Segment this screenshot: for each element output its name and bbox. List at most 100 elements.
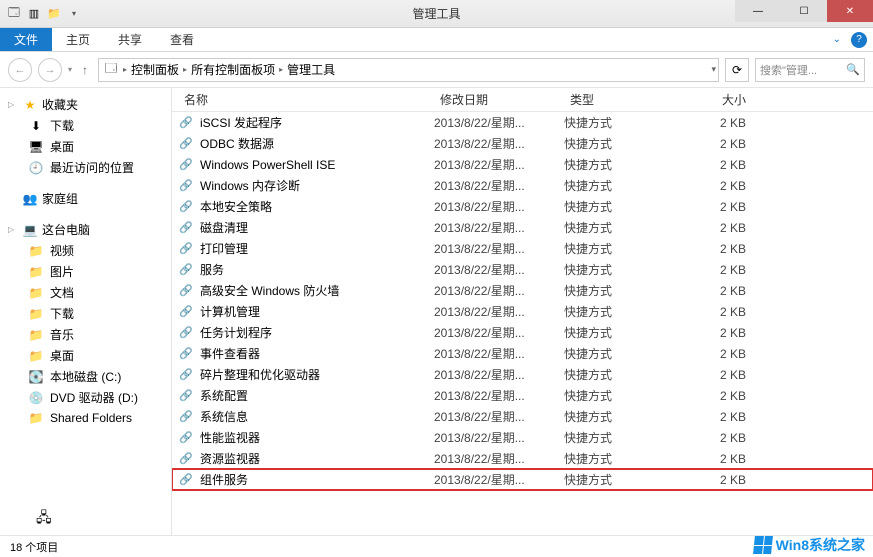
col-date[interactable]: 修改日期 bbox=[434, 91, 564, 108]
file-size: 2 KB bbox=[696, 347, 756, 361]
sidebar-item-recent[interactable]: 🕘最近访问的位置 bbox=[0, 157, 171, 178]
file-row[interactable]: 🔗服务2013/8/22/星期...快捷方式2 KB bbox=[172, 259, 873, 280]
file-row[interactable]: 🔗任务计划程序2013/8/22/星期...快捷方式2 KB bbox=[172, 322, 873, 343]
close-button[interactable]: ✕ bbox=[827, 0, 873, 22]
item-count: 18 个项目 bbox=[10, 539, 58, 555]
file-size: 2 KB bbox=[696, 263, 756, 277]
ribbon-file-tab[interactable]: 文件 bbox=[0, 28, 52, 51]
file-size: 2 KB bbox=[696, 431, 756, 445]
shortcut-icon: 🔗 bbox=[178, 367, 194, 383]
file-row[interactable]: 🔗磁盘清理2013/8/22/星期...快捷方式2 KB bbox=[172, 217, 873, 238]
file-row[interactable]: 🔗Windows PowerShell ISE2013/8/22/星期...快捷… bbox=[172, 154, 873, 175]
file-row[interactable]: 🔗组件服务2013/8/22/星期...快捷方式2 KB bbox=[172, 469, 873, 490]
sidebar-item-documents[interactable]: 📁文档 bbox=[0, 282, 171, 303]
file-row[interactable]: 🔗Windows 内存诊断2013/8/22/星期...快捷方式2 KB bbox=[172, 175, 873, 196]
file-type: 快捷方式 bbox=[564, 303, 696, 320]
crumb-sep-icon[interactable]: ▸ bbox=[183, 65, 187, 74]
shortcut-icon: 🔗 bbox=[178, 304, 194, 320]
shortcut-icon: 🔗 bbox=[178, 178, 194, 194]
ribbon-tab-home[interactable]: 主页 bbox=[52, 28, 104, 51]
file-name: iSCSI 发起程序 bbox=[200, 114, 282, 131]
col-name[interactable]: 名称 bbox=[178, 91, 434, 108]
sidebar-homegroup[interactable]: 👥家庭组 bbox=[0, 188, 171, 209]
file-size: 2 KB bbox=[696, 116, 756, 130]
col-type[interactable]: 类型 bbox=[564, 91, 696, 108]
forward-button[interactable]: → bbox=[38, 58, 62, 82]
shortcut-icon: 🔗 bbox=[178, 115, 194, 131]
file-name: 性能监视器 bbox=[200, 429, 260, 446]
ribbon-tab-view[interactable]: 查看 bbox=[156, 28, 208, 51]
sidebar-item-pictures[interactable]: 📁图片 bbox=[0, 261, 171, 282]
file-row[interactable]: 🔗iSCSI 发起程序2013/8/22/星期...快捷方式2 KB bbox=[172, 112, 873, 133]
shortcut-icon: 🔗 bbox=[178, 325, 194, 341]
search-input[interactable]: 搜索"管理... 🔍 bbox=[755, 58, 865, 82]
breadcrumb[interactable]: 🗔 ▸ 控制面板▸ 所有控制面板项▸ 管理工具 ▾ bbox=[98, 58, 719, 82]
crumb-2: 管理工具 bbox=[287, 61, 335, 78]
shortcut-icon: 🔗 bbox=[178, 451, 194, 467]
file-row[interactable]: 🔗计算机管理2013/8/22/星期...快捷方式2 KB bbox=[172, 301, 873, 322]
file-row[interactable]: 🔗高级安全 Windows 防火墙2013/8/22/星期...快捷方式2 KB bbox=[172, 280, 873, 301]
shortcut-icon: 🔗 bbox=[178, 430, 194, 446]
crumb-sep-icon[interactable]: ▸ bbox=[279, 65, 283, 74]
file-row[interactable]: 🔗碎片整理和优化驱动器2013/8/22/星期...快捷方式2 KB bbox=[172, 364, 873, 385]
file-date: 2013/8/22/星期... bbox=[434, 429, 564, 446]
file-name: Windows PowerShell ISE bbox=[200, 158, 335, 172]
qa-newfolder-icon[interactable]: 📁 bbox=[46, 6, 62, 22]
sidebar-item-shared[interactable]: 📁Shared Folders bbox=[0, 408, 171, 428]
file-date: 2013/8/22/星期... bbox=[434, 261, 564, 278]
sidebar-item-dvd[interactable]: 💿DVD 驱动器 (D:) bbox=[0, 387, 171, 408]
file-size: 2 KB bbox=[696, 473, 756, 487]
sidebar-item-music[interactable]: 📁音乐 bbox=[0, 324, 171, 345]
file-row[interactable]: 🔗本地安全策略2013/8/22/星期...快捷方式2 KB bbox=[172, 196, 873, 217]
file-row[interactable]: 🔗ODBC 数据源2013/8/22/星期...快捷方式2 KB bbox=[172, 133, 873, 154]
sidebar-item-localdisk[interactable]: 💽本地磁盘 (C:) bbox=[0, 366, 171, 387]
sidebar-item-desktop2[interactable]: 📁桌面 bbox=[0, 345, 171, 366]
file-date: 2013/8/22/星期... bbox=[434, 114, 564, 131]
file-type: 快捷方式 bbox=[564, 198, 696, 215]
file-name: Windows 内存诊断 bbox=[200, 177, 300, 194]
drive-icon: 💽 bbox=[28, 369, 44, 385]
folder-icon: 📁 bbox=[28, 285, 44, 301]
shortcut-icon: 🔗 bbox=[178, 199, 194, 215]
sidebar-thispc[interactable]: ▷💻这台电脑 bbox=[0, 219, 171, 240]
file-type: 快捷方式 bbox=[564, 240, 696, 257]
quick-access: 🗔 ▥ 📁 ▾ bbox=[0, 6, 82, 22]
sidebar-item-downloads2[interactable]: 📁下载 bbox=[0, 303, 171, 324]
qa-dropdown-icon[interactable]: ▾ bbox=[66, 6, 82, 22]
minimize-button[interactable]: — bbox=[735, 0, 781, 22]
qa-props-icon[interactable]: ▥ bbox=[26, 6, 42, 22]
file-date: 2013/8/22/星期... bbox=[434, 450, 564, 467]
file-row[interactable]: 🔗事件查看器2013/8/22/星期...快捷方式2 KB bbox=[172, 343, 873, 364]
file-row[interactable]: 🔗打印管理2013/8/22/星期...快捷方式2 KB bbox=[172, 238, 873, 259]
sidebar-item-videos[interactable]: 📁视频 bbox=[0, 240, 171, 261]
refresh-button[interactable]: ⟳ bbox=[725, 58, 749, 82]
shortcut-icon: 🔗 bbox=[178, 283, 194, 299]
file-row[interactable]: 🔗系统信息2013/8/22/星期...快捷方式2 KB bbox=[172, 406, 873, 427]
shortcut-icon: 🔗 bbox=[178, 157, 194, 173]
window-controls: — ☐ ✕ bbox=[735, 0, 873, 22]
sidebar-item-downloads[interactable]: ⬇下载 bbox=[0, 115, 171, 136]
crumb-0: 控制面板▸ bbox=[131, 61, 187, 78]
network-icon[interactable]: 🖧 bbox=[36, 507, 52, 531]
file-row[interactable]: 🔗性能监视器2013/8/22/星期...快捷方式2 KB bbox=[172, 427, 873, 448]
help-icon[interactable]: ? bbox=[851, 32, 867, 48]
file-name: 碎片整理和优化驱动器 bbox=[200, 366, 320, 383]
dvd-icon: 💿 bbox=[28, 390, 44, 406]
file-type: 快捷方式 bbox=[564, 324, 696, 341]
file-size: 2 KB bbox=[696, 179, 756, 193]
back-button[interactable]: ← bbox=[8, 58, 32, 82]
file-row[interactable]: 🔗资源监视器2013/8/22/星期...快捷方式2 KB bbox=[172, 448, 873, 469]
ribbon-tab-share[interactable]: 共享 bbox=[104, 28, 156, 51]
sidebar-item-desktop[interactable]: 🖥桌面 bbox=[0, 136, 171, 157]
file-row[interactable]: 🔗系统配置2013/8/22/星期...快捷方式2 KB bbox=[172, 385, 873, 406]
maximize-button[interactable]: ☐ bbox=[781, 0, 827, 22]
file-name: 资源监视器 bbox=[200, 450, 260, 467]
col-size[interactable]: 大小 bbox=[696, 91, 756, 108]
location-icon: 🗔 bbox=[103, 62, 119, 78]
ribbon-expand-icon[interactable]: ⌄ bbox=[833, 34, 841, 45]
up-button[interactable]: ↑ bbox=[78, 63, 92, 77]
address-dropdown-icon[interactable]: ▾ bbox=[711, 64, 716, 75]
sidebar-favorites[interactable]: ▷★收藏夹 bbox=[0, 94, 171, 115]
file-date: 2013/8/22/星期... bbox=[434, 345, 564, 362]
history-dropdown-icon[interactable]: ▾ bbox=[68, 65, 72, 74]
